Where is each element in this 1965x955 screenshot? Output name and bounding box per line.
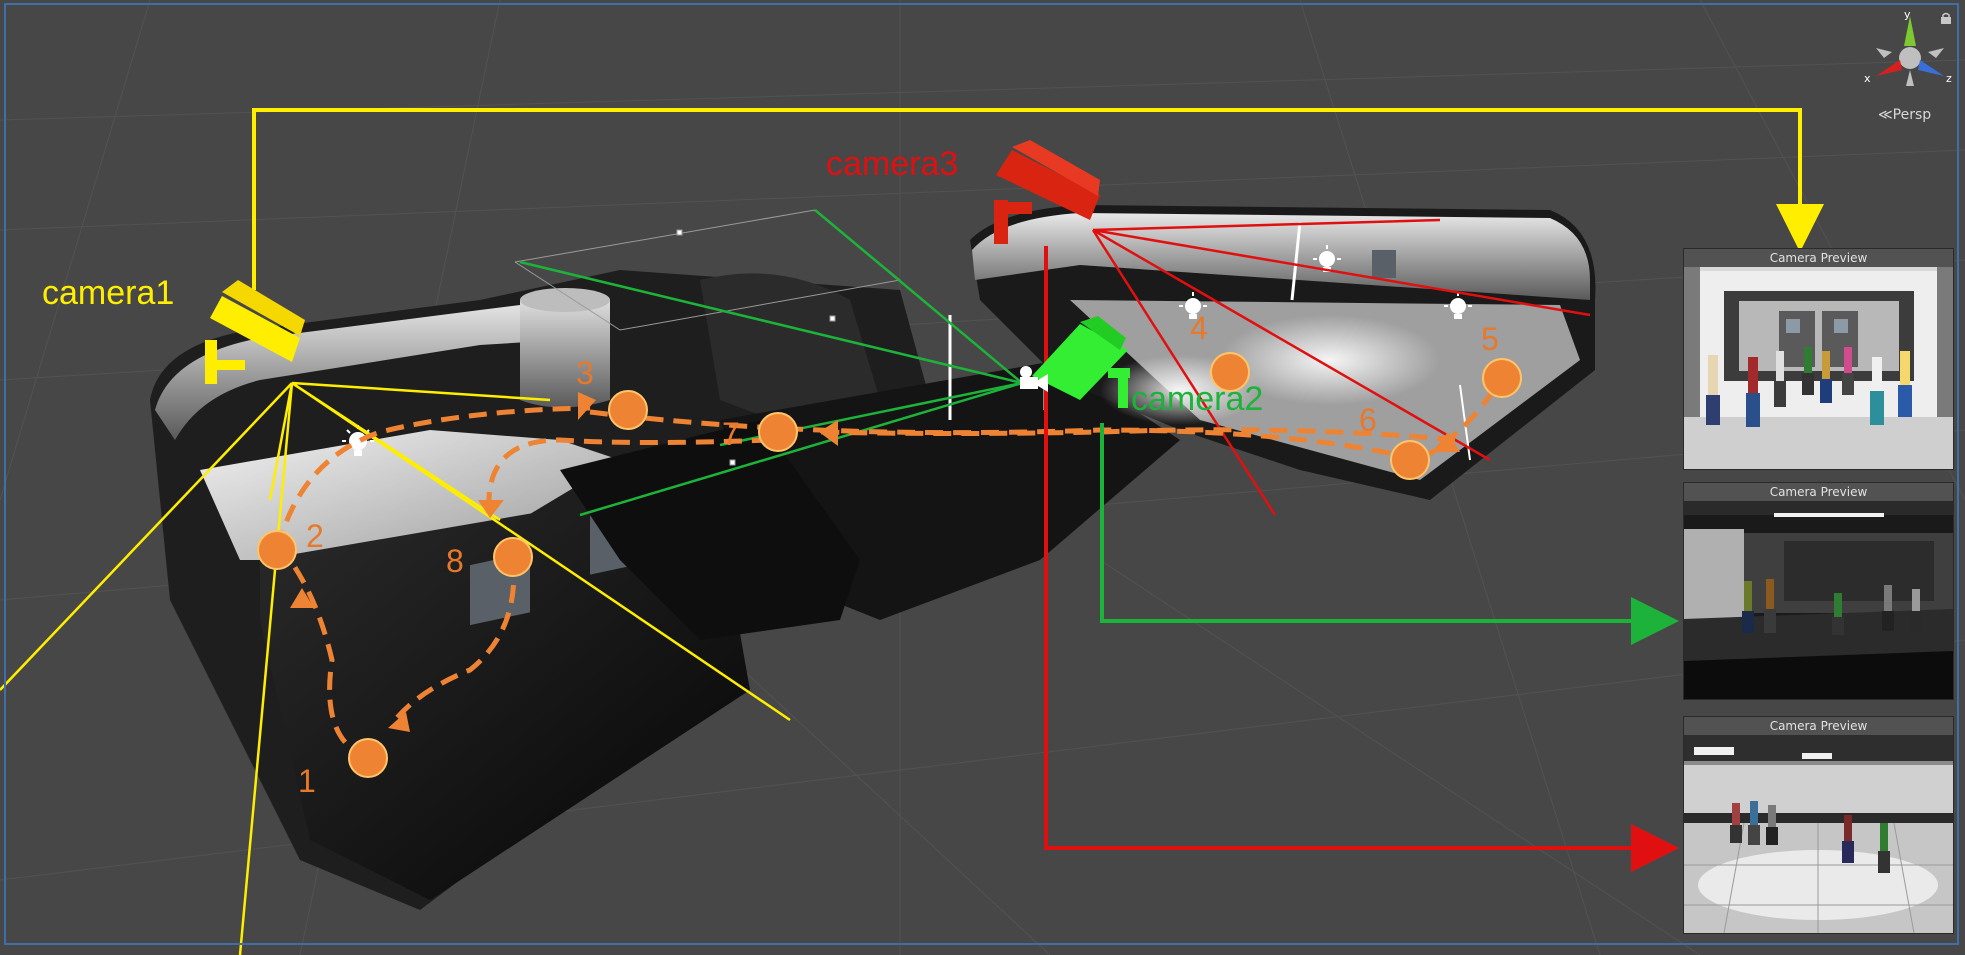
- waypoint-6-marker: [1390, 440, 1430, 480]
- camera-preview-1: Camera Preview: [1683, 248, 1954, 470]
- waypoint-3-marker: [608, 390, 648, 430]
- waypoint-7-marker: [758, 412, 798, 452]
- camera2-label: camera2: [1131, 380, 1264, 418]
- camera-preview-image: [1684, 501, 1953, 699]
- projection-label: Persp: [1892, 107, 1932, 123]
- waypoint-3-label: 3: [576, 355, 594, 391]
- waypoint-8-label: 8: [446, 543, 464, 579]
- camera-preview-3: Camera Preview: [1683, 716, 1954, 934]
- waypoint-4-label: 4: [1190, 310, 1208, 346]
- gizmo-x-label: x: [1864, 72, 1871, 85]
- scene-view-canvas[interactable]: [0, 0, 1965, 955]
- camera-preview-title: Camera Preview: [1684, 717, 1953, 735]
- waypoint-5-label: 5: [1481, 321, 1499, 357]
- camera-preview-title: Camera Preview: [1684, 483, 1953, 501]
- waypoint-8-marker: [493, 537, 533, 577]
- camera-preview-image: [1684, 735, 1953, 933]
- gizmo-x-cone: [1876, 60, 1902, 76]
- waypoint-7-label: 7: [722, 416, 740, 452]
- waypoint-1-marker: [348, 738, 388, 778]
- gizmo-z-label: z: [1946, 72, 1952, 85]
- gizmo-z-cone: [1918, 60, 1944, 76]
- camera1-label: camera1: [42, 274, 175, 312]
- waypoint-1-label: 1: [298, 763, 316, 799]
- waypoint-5-marker: [1482, 358, 1522, 398]
- chevron-left-icon: ≪: [1878, 107, 1893, 123]
- projection-toggle[interactable]: ≪Persp: [1878, 107, 1931, 123]
- camera-preview-image: [1684, 267, 1953, 469]
- camera3-label: camera3: [826, 145, 959, 183]
- waypoint-2-marker: [257, 530, 297, 570]
- camera-preview-title: Camera Preview: [1684, 249, 1953, 267]
- camera-preview-2: Camera Preview: [1683, 482, 1954, 700]
- waypoint-6-label: 6: [1359, 402, 1377, 438]
- lock-icon[interactable]: [1940, 12, 1952, 24]
- gizmo-y-label: y: [1904, 8, 1911, 21]
- waypoint-2-label: 2: [306, 518, 324, 554]
